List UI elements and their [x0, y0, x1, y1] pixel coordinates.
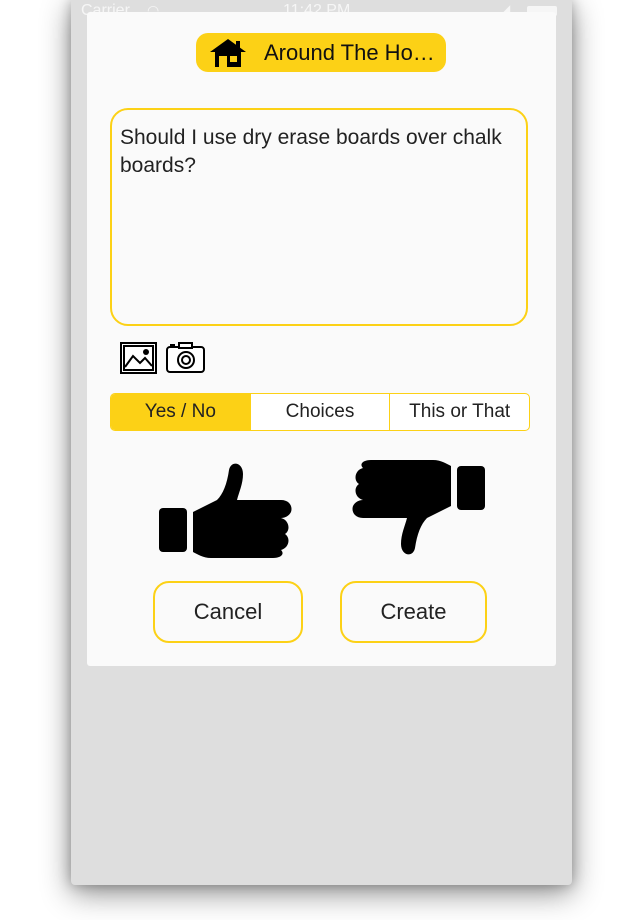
image-icon[interactable]	[120, 342, 157, 374]
segment-this-or-that[interactable]: This or That	[390, 394, 529, 430]
category-selector[interactable]: Around The Ho…	[196, 33, 446, 72]
segment-choices[interactable]: Choices	[251, 394, 391, 430]
segment-yes-no[interactable]: Yes / No	[111, 394, 251, 430]
question-text: Should I use dry erase boards over chalk…	[120, 126, 502, 177]
camera-icon[interactable]	[166, 342, 205, 374]
thumbs-up-icon	[159, 463, 292, 558]
create-question-card: Around The Ho… Should I use dry erase bo…	[87, 12, 556, 666]
create-button[interactable]: Create	[340, 581, 487, 643]
question-type-segmented-control: Yes / No Choices This or That	[110, 393, 530, 431]
house-icon	[210, 38, 246, 67]
category-label: Around The Ho…	[264, 39, 435, 65]
phone-screen: Carrier ◠ 11:42 PM ◢ Around The Ho… Shou…	[71, 0, 572, 885]
thumbs-down-icon	[352, 460, 485, 555]
cancel-button[interactable]: Cancel	[153, 581, 303, 643]
question-input[interactable]: Should I use dry erase boards over chalk…	[110, 108, 528, 326]
